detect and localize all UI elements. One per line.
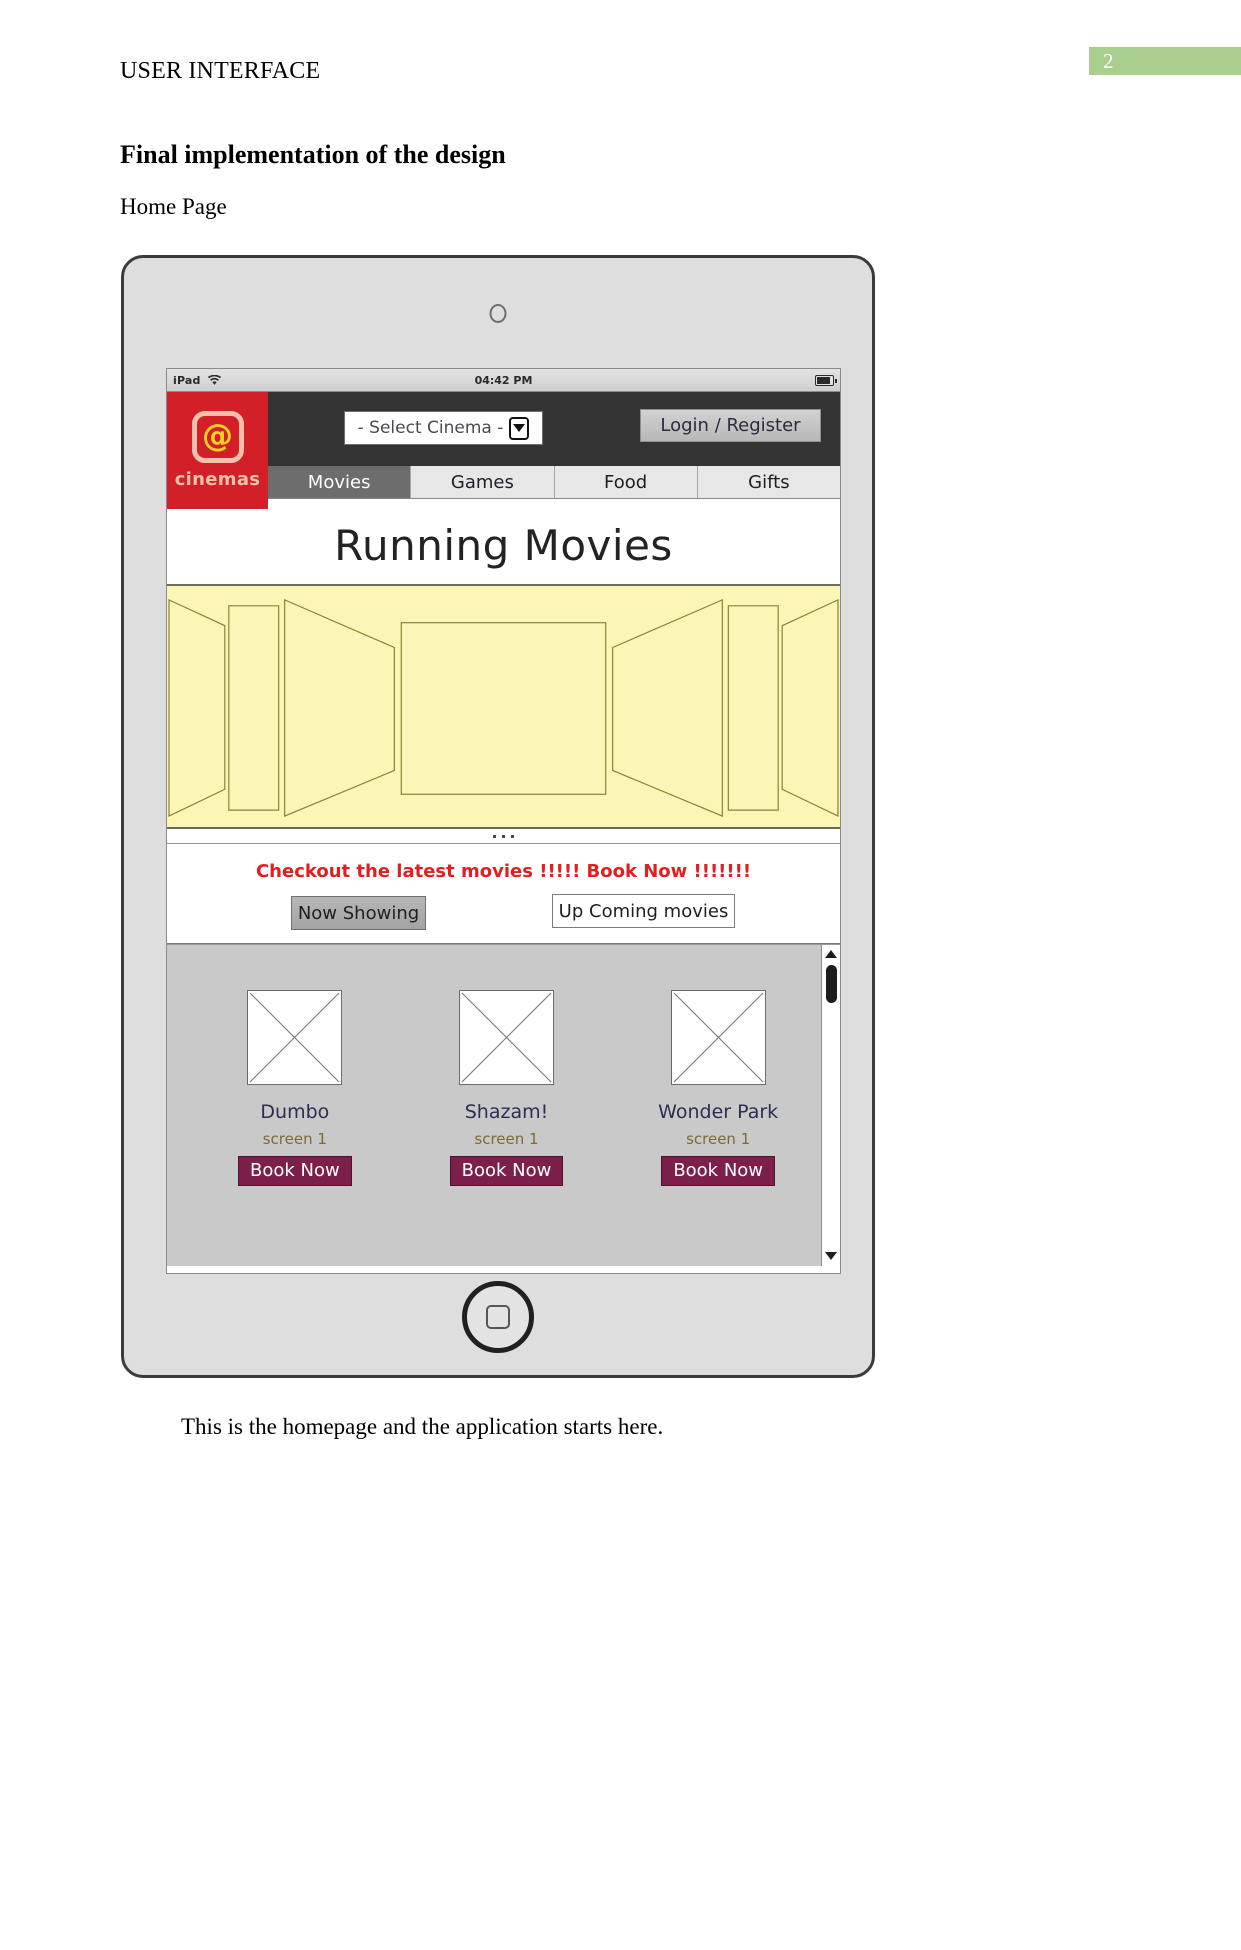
movie-title: Dumbo (260, 1101, 330, 1123)
arrow-down-icon[interactable] (825, 1252, 837, 1260)
promo-text: Checkout the latest movies !!!!! Book No… (255, 861, 752, 882)
movie-carousel[interactable] (167, 586, 840, 829)
movie-card[interactable]: Dumbo screen 1 Book Now (189, 990, 401, 1186)
carousel-dot[interactable] (511, 834, 514, 838)
book-now-button[interactable]: Book Now (237, 1156, 352, 1186)
promo-strip: Checkout the latest movies !!!!! Book No… (167, 844, 840, 944)
chevron-down-icon[interactable] (509, 416, 530, 440)
movie-screen-label: screen 1 (686, 1130, 751, 1148)
movie-list-area: Dumbo screen 1 Book Now Shazam! screen 1… (167, 944, 840, 1266)
image-placeholder-icon (673, 992, 764, 1083)
login-register-button[interactable]: Login / Register (640, 409, 821, 442)
promo-buttons: Now Showing Up Coming movies (167, 894, 840, 930)
running-header: USER INTERFACE (120, 58, 321, 84)
app-header: @ cinemas - Select Cinema - Login / Regi… (167, 392, 840, 509)
cinema-select-value: - Select Cinema - (357, 418, 504, 438)
battery-icon (815, 374, 837, 386)
page-number-badge: 2 (1089, 47, 1241, 75)
status-bar-time: 04:42 PM (474, 373, 533, 387)
image-placeholder-icon (461, 992, 552, 1083)
device-screen: iPad 04:42 PM @ cinemas - Select Cinema … (166, 368, 841, 1274)
vertical-scrollbar[interactable] (821, 945, 840, 1266)
carousel-dot[interactable] (502, 834, 505, 838)
movie-screen-label: screen 1 (474, 1130, 539, 1148)
status-bar: iPad 04:42 PM (167, 369, 840, 392)
movie-screen-label: screen 1 (262, 1130, 327, 1148)
movie-poster-placeholder[interactable] (670, 990, 766, 1085)
movie-poster-placeholder[interactable] (247, 990, 343, 1085)
tab-games[interactable]: Games (411, 466, 555, 498)
image-placeholder-icon (249, 992, 340, 1083)
tab-gifts[interactable]: Gifts (697, 466, 840, 498)
figure-caption: This is the homepage and the application… (181, 1414, 664, 1439)
section-subheading: Home Page (120, 194, 227, 219)
movie-card[interactable]: Wonder Park screen 1 Book Now (612, 990, 824, 1186)
home-square-icon (486, 1305, 510, 1329)
home-button[interactable] (462, 1281, 534, 1353)
book-now-button[interactable]: Book Now (449, 1156, 564, 1186)
at-sign-icon: @ (191, 411, 244, 463)
tab-food[interactable]: Food (554, 466, 698, 498)
banner-title: Running Movies (334, 520, 673, 570)
carousel-dots[interactable] (167, 829, 840, 844)
arrow-up-icon[interactable] (825, 950, 837, 958)
running-movies-banner: Running Movies (167, 505, 840, 586)
carousel-dot[interactable] (493, 834, 496, 838)
movie-poster-placeholder[interactable] (459, 990, 554, 1085)
camera-icon (489, 304, 507, 323)
carousel-coverflow-graphic (168, 598, 839, 818)
movie-card[interactable]: Shazam! screen 1 Book Now (401, 990, 613, 1186)
brand-logo[interactable]: @ cinemas (167, 392, 268, 509)
upcoming-movies-button[interactable]: Up Coming movies (552, 894, 735, 928)
page-title: Final implementation of the design (120, 140, 506, 169)
movie-title: Shazam! (464, 1101, 549, 1123)
now-showing-button[interactable]: Now Showing (291, 896, 426, 930)
brand-name: cinemas (174, 469, 261, 490)
scrollbar-thumb[interactable] (825, 965, 837, 1003)
tablet-frame: iPad 04:42 PM @ cinemas - Select Cinema … (121, 255, 875, 1378)
movie-cards: Dumbo screen 1 Book Now Shazam! screen 1… (167, 945, 840, 1186)
book-now-button[interactable]: Book Now (661, 1156, 776, 1186)
cinema-select[interactable]: - Select Cinema - (344, 411, 543, 445)
movie-title: Wonder Park (658, 1101, 779, 1123)
tab-movies[interactable]: Movies (268, 466, 412, 498)
status-bar-right (815, 374, 837, 386)
